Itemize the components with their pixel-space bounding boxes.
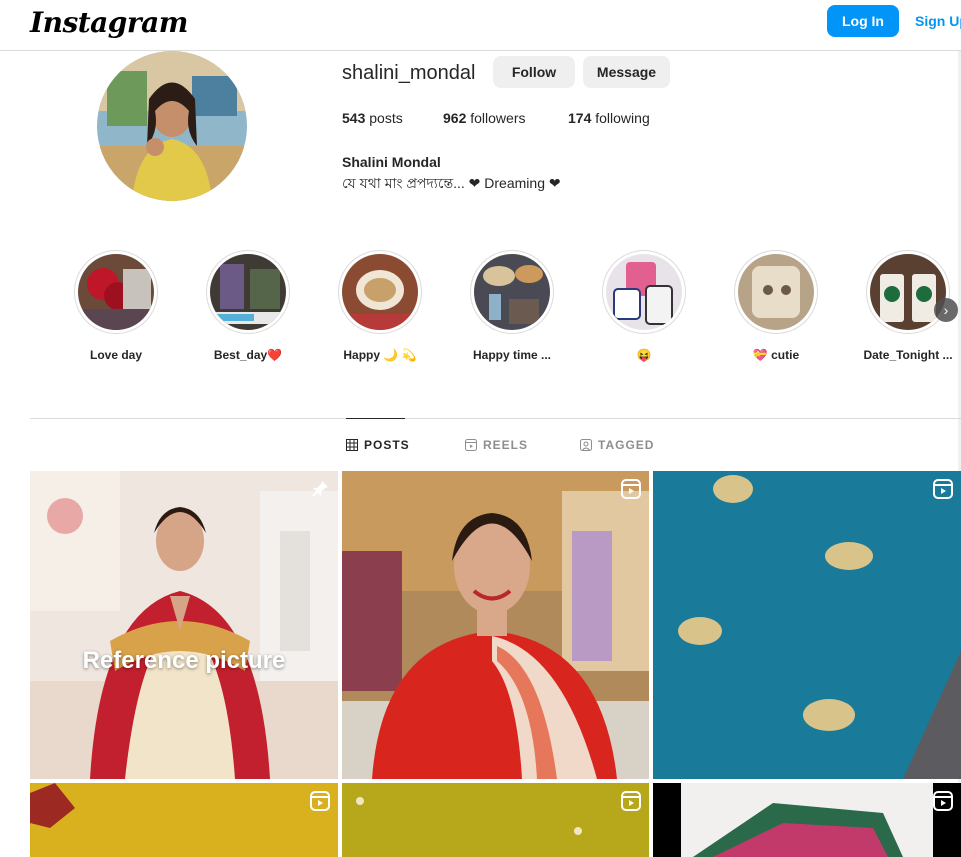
tabs-divider	[30, 418, 961, 419]
profile-username: shalini_mondal	[342, 62, 476, 84]
post-tile[interactable]: Reference picture	[30, 471, 338, 779]
follow-button[interactable]: Follow	[493, 56, 575, 88]
highlight-ring	[74, 250, 158, 334]
reels-icon	[465, 439, 477, 451]
pin-icon	[312, 481, 328, 497]
chevron-right-icon: ›	[943, 302, 949, 318]
tab-posts[interactable]: POSTS	[346, 438, 410, 452]
instagram-logo[interactable]: Instagram	[30, 6, 188, 39]
highlight-label: 😝	[636, 348, 652, 362]
post-image	[342, 471, 649, 779]
highlight-label: 💝 cutie	[752, 348, 800, 362]
following-count: 174	[568, 110, 592, 126]
highlight-label: Happy 🌙 💫	[343, 348, 417, 362]
following-stat[interactable]: 174 following	[568, 110, 650, 126]
highlight-cover	[738, 254, 814, 330]
highlight-item[interactable]: 💝 cutie	[734, 250, 818, 370]
followers-count: 962	[443, 110, 467, 126]
followers-stat[interactable]: 962 followers	[443, 110, 526, 126]
login-button[interactable]: Log In	[827, 5, 899, 37]
reel-icon	[621, 479, 641, 499]
post-image	[342, 783, 649, 857]
grid-icon	[346, 439, 358, 451]
highlight-ring	[470, 250, 554, 334]
top-navbar: Instagram Log In Sign Up	[0, 0, 961, 51]
highlight-item[interactable]: Happy time ...	[470, 250, 554, 370]
posts-count-stat: 543 posts	[342, 110, 403, 126]
profile-bio: যে যথা মাং প্রপদ্যন্তে... ❤ Dreaming ❤	[342, 175, 561, 191]
highlight-cover	[210, 254, 286, 330]
reel-icon	[621, 791, 641, 811]
reel-icon	[310, 791, 330, 811]
post-tile[interactable]	[30, 783, 338, 857]
post-tile[interactable]	[342, 783, 649, 857]
profile-avatar[interactable]	[97, 51, 247, 201]
profile-full-name: Shalini Mondal	[342, 154, 441, 170]
tab-label: POSTS	[364, 438, 410, 452]
highlight-cover	[78, 254, 154, 330]
highlight-label: Date_Tonight ...	[863, 348, 953, 362]
highlight-cover	[606, 254, 682, 330]
tagged-icon	[580, 439, 592, 451]
followers-label: followers	[470, 110, 526, 126]
posts-label: posts	[369, 110, 403, 126]
tab-reels[interactable]: REELS	[465, 438, 528, 452]
post-image	[653, 471, 961, 779]
following-label: following	[595, 110, 650, 126]
reel-icon	[933, 479, 953, 499]
signup-link[interactable]: Sign Up	[915, 13, 961, 29]
highlights-next-button[interactable]: ›	[934, 298, 958, 322]
highlight-item[interactable]: Love day	[74, 250, 158, 370]
highlight-ring	[734, 250, 818, 334]
highlight-item[interactable]: Best_day❤️	[206, 250, 290, 370]
message-button[interactable]: Message	[583, 56, 670, 88]
posts-count: 543	[342, 110, 366, 126]
reel-icon	[933, 791, 953, 811]
post-image	[653, 783, 961, 857]
highlight-item[interactable]: 😝	[602, 250, 686, 370]
highlight-label: Happy time ...	[472, 348, 552, 362]
post-caption: Reference picture	[82, 647, 286, 674]
post-tile[interactable]	[653, 471, 961, 779]
post-image	[30, 783, 338, 857]
post-image	[30, 471, 338, 779]
highlight-label: Love day	[89, 348, 143, 362]
highlight-cover	[342, 254, 418, 330]
highlight-cover	[870, 254, 946, 330]
highlight-ring	[866, 250, 950, 334]
highlight-ring	[602, 250, 686, 334]
post-tile[interactable]	[342, 471, 649, 779]
post-tile[interactable]	[653, 783, 961, 857]
highlight-cover	[474, 254, 550, 330]
active-tab-indicator	[346, 418, 405, 419]
highlight-item[interactable]: Happy 🌙 💫	[338, 250, 422, 370]
tab-label: TAGGED	[598, 438, 655, 452]
highlight-ring	[338, 250, 422, 334]
highlight-label: Best_day❤️	[213, 348, 283, 362]
tab-tagged[interactable]: TAGGED	[580, 438, 654, 452]
highlight-ring	[206, 250, 290, 334]
tab-label: REELS	[483, 438, 529, 452]
